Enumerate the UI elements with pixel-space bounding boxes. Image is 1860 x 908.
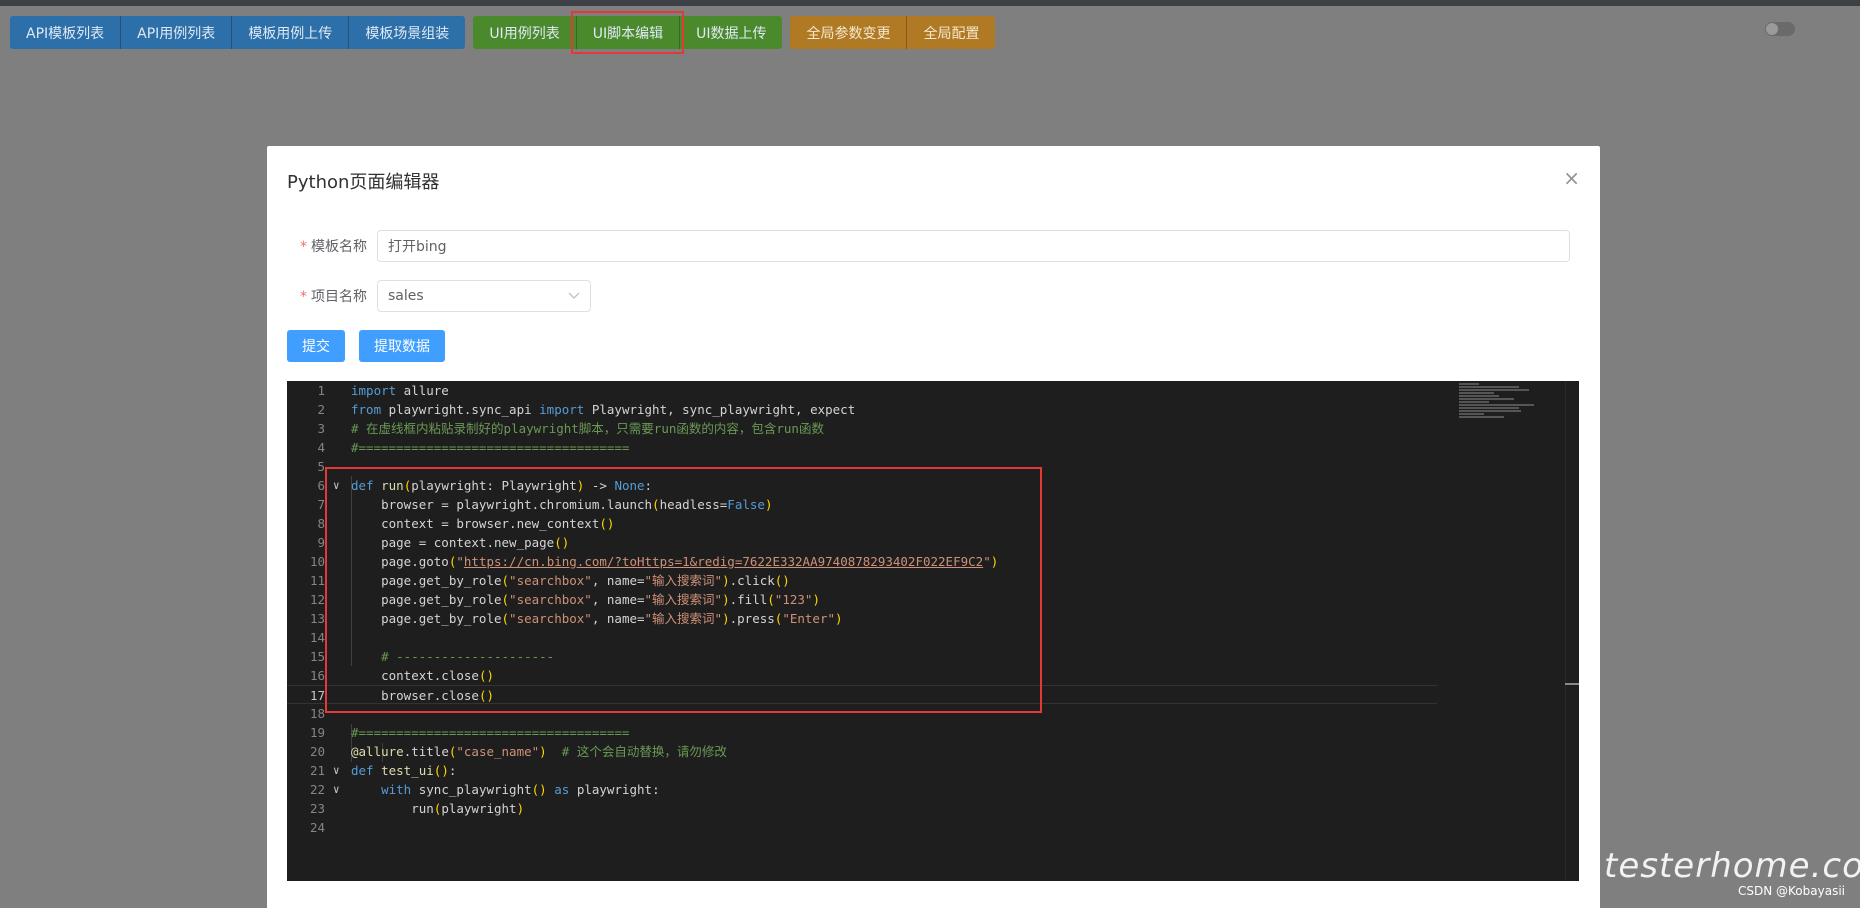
line-number: 13 bbox=[309, 611, 325, 626]
code-line: 23 run(playwright) bbox=[287, 799, 1437, 818]
dialog-title: Python页面编辑器 bbox=[287, 172, 440, 193]
global-button-group: 全局参数变更 全局配置 bbox=[790, 16, 996, 49]
project-name-select[interactable]: sales bbox=[377, 280, 591, 312]
line-number: 6 bbox=[317, 478, 325, 493]
template-name-label-text: 模板名称 bbox=[311, 239, 367, 255]
line-number: 14 bbox=[309, 630, 325, 645]
code-text: @allure.title("case_name") # 这个会自动替换，请勿修… bbox=[351, 744, 727, 759]
author-credit: CSDN @Kobayasii bbox=[1738, 884, 1845, 898]
line-number: 23 bbox=[309, 801, 325, 816]
line-number: 11 bbox=[309, 573, 325, 588]
line-number: 5 bbox=[317, 459, 325, 474]
line-number: 12 bbox=[309, 592, 325, 607]
line-number: 4 bbox=[317, 440, 325, 455]
line-number: 24 bbox=[309, 820, 325, 835]
required-mark: * bbox=[300, 289, 307, 305]
nav-api-template-list[interactable]: API模板列表 bbox=[10, 16, 121, 49]
scrollbar-cursor-marker bbox=[1565, 683, 1579, 685]
fold-chevron-icon[interactable]: ∨ bbox=[333, 761, 340, 780]
top-nav-toolbar: API模板列表 API用例列表 模板用例上传 模板场景组装 UI用例列表 UI脚… bbox=[10, 11, 1003, 54]
line-number: 16 bbox=[309, 668, 325, 683]
line-number: 3 bbox=[317, 421, 325, 436]
line-number: 20 bbox=[309, 744, 325, 759]
line-number: 21 bbox=[309, 763, 325, 778]
fold-chevron-icon[interactable]: ∨ bbox=[333, 780, 340, 799]
code-line: 3 # 在虚线框内粘贴录制好的playwright脚本，只需要run函数的内容，包… bbox=[287, 419, 1437, 438]
line-number: 2 bbox=[317, 402, 325, 417]
code-line: 19 #==================================== bbox=[287, 723, 1437, 742]
code-comment: #==================================== bbox=[351, 440, 630, 455]
template-name-label: * 模板名称 bbox=[287, 236, 377, 256]
line-number: 1 bbox=[317, 383, 325, 398]
editor-scrollbar[interactable] bbox=[1565, 381, 1579, 881]
toggle-knob bbox=[1766, 23, 1778, 35]
template-name-input[interactable]: 打开bing bbox=[377, 230, 1570, 262]
annotation-highlight-box bbox=[325, 467, 1042, 713]
line-number: 17 bbox=[309, 688, 325, 703]
code-line: 21 ∨ def test_ui(): bbox=[287, 761, 1437, 780]
code-text: run(playwright) bbox=[351, 801, 525, 816]
code-line: 1 import allure bbox=[287, 381, 1437, 400]
nav-template-case-upload[interactable]: 模板用例上传 bbox=[231, 16, 349, 49]
site-watermark: testerhome.com bbox=[1604, 846, 1860, 886]
code-line: 24 bbox=[287, 818, 1437, 837]
code-minimap[interactable] bbox=[1459, 383, 1559, 443]
line-number: 9 bbox=[317, 535, 325, 550]
template-name-row: * 模板名称 打开bing bbox=[287, 230, 1570, 262]
ui-button-group: UI用例列表 UI脚本编辑 UI数据上传 bbox=[473, 11, 783, 54]
nav-ui-case-list[interactable]: UI用例列表 bbox=[473, 16, 576, 49]
project-name-row: * 项目名称 sales bbox=[287, 280, 591, 312]
code-line: 4 #==================================== bbox=[287, 438, 1437, 457]
code-line: 22 ∨ with sync_playwright() as playwright… bbox=[287, 780, 1437, 799]
project-name-label-text: 项目名称 bbox=[311, 289, 367, 305]
line-number: 8 bbox=[317, 516, 325, 531]
nav-global-param-change[interactable]: 全局参数变更 bbox=[790, 16, 907, 49]
nav-api-case-list[interactable]: API用例列表 bbox=[120, 16, 232, 49]
line-number: 7 bbox=[317, 497, 325, 512]
close-icon[interactable]: × bbox=[1563, 166, 1580, 190]
theme-toggle-switch[interactable] bbox=[1765, 22, 1795, 36]
api-button-group: API模板列表 API用例列表 模板用例上传 模板场景组装 bbox=[10, 16, 466, 49]
line-number: 15 bbox=[309, 649, 325, 664]
extract-data-button[interactable]: 提取数据 bbox=[359, 330, 445, 362]
code-text: from playwright.sync_api import Playwrig… bbox=[351, 402, 856, 417]
line-number: 22 bbox=[309, 782, 325, 797]
window-top-strip bbox=[0, 0, 1860, 6]
line-number: 19 bbox=[309, 725, 325, 740]
nav-global-config[interactable]: 全局配置 bbox=[906, 16, 996, 49]
code-text: with sync_playwright() as playwright: bbox=[381, 782, 660, 797]
line-number: 18 bbox=[309, 706, 325, 721]
nav-ui-script-edit[interactable]: UI脚本编辑 bbox=[570, 11, 685, 54]
template-name-value: 打开bing bbox=[388, 239, 447, 255]
nav-template-scene-assembly[interactable]: 模板场景组装 bbox=[348, 16, 466, 49]
line-number: 10 bbox=[309, 554, 325, 569]
code-text: import allure bbox=[351, 383, 449, 398]
code-text: def test_ui(): bbox=[351, 763, 457, 778]
chevron-down-icon bbox=[568, 289, 580, 303]
project-name-label: * 项目名称 bbox=[287, 286, 377, 306]
submit-button[interactable]: 提交 bbox=[287, 330, 345, 362]
required-mark: * bbox=[300, 239, 307, 255]
code-line: 20 @allure.title("case_name") # 这个会自动替换，请… bbox=[287, 742, 1437, 761]
code-line: 2 from playwright.sync_api import Playwri… bbox=[287, 400, 1437, 419]
nav-ui-data-upload[interactable]: UI数据上传 bbox=[679, 16, 783, 49]
code-comment: # 在虚线框内粘贴录制好的playwright脚本，只需要run函数的内容，包含… bbox=[351, 421, 824, 436]
code-comment: #==================================== bbox=[351, 725, 630, 740]
project-name-value: sales bbox=[388, 288, 424, 304]
